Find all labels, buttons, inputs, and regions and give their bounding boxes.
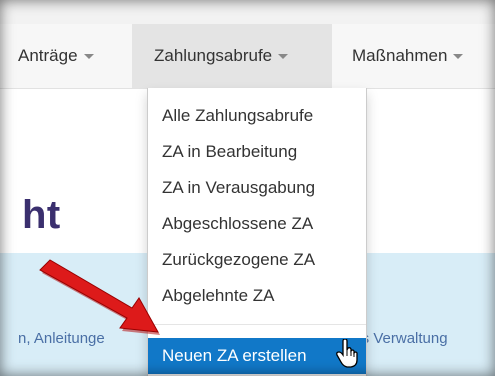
zahlungsabrufe-dropdown-menu: Alle Zahlungsabrufe ZA in Bearbeitung ZA… (147, 88, 367, 376)
caret-down-icon (453, 54, 464, 60)
menu-item-neuen-za-erstellen[interactable]: Neuen ZA erstellen (148, 338, 366, 374)
caret-down-icon (278, 54, 289, 60)
menu-item-abgeschlossene-za[interactable]: Abgeschlossene ZA (148, 206, 366, 242)
nav-massnahmen[interactable]: Maßnahmen (352, 24, 464, 88)
nav-massnahmen-label: Maßnahmen (352, 46, 448, 65)
caret-down-icon (83, 54, 94, 60)
nav-zahlungsabrufe[interactable]: Zahlungsabrufe (132, 24, 332, 88)
red-arrow-icon (39, 259, 160, 335)
screenshot-frame: Anträge Zahlungsabrufe Maßnahmen ht n, A… (0, 0, 495, 376)
menu-item-zurueckgezogene-za[interactable]: Zurückgezogene ZA (148, 242, 366, 278)
menu-divider (148, 324, 366, 325)
nav-antraege-label: Anträge (18, 46, 78, 65)
menu-item-abgelehnte-za[interactable]: Abgelehnte ZA (148, 278, 366, 314)
nav-antraege[interactable]: Anträge (18, 24, 94, 88)
menu-item-za-in-bearbeitung[interactable]: ZA in Bearbeitung (148, 134, 366, 170)
menu-item-za-in-verausgabung[interactable]: ZA in Verausgabung (148, 170, 366, 206)
top-strip (0, 0, 495, 24)
page-title: ht (22, 193, 61, 237)
nav-zahlungsabrufe-label: Zahlungsabrufe (154, 46, 273, 65)
main-navbar: Anträge Zahlungsabrufe Maßnahmen (0, 24, 495, 89)
hand-pointer-icon (336, 339, 358, 368)
menu-item-alle-zahlungsabrufe[interactable]: Alle Zahlungsabrufe (148, 98, 366, 134)
